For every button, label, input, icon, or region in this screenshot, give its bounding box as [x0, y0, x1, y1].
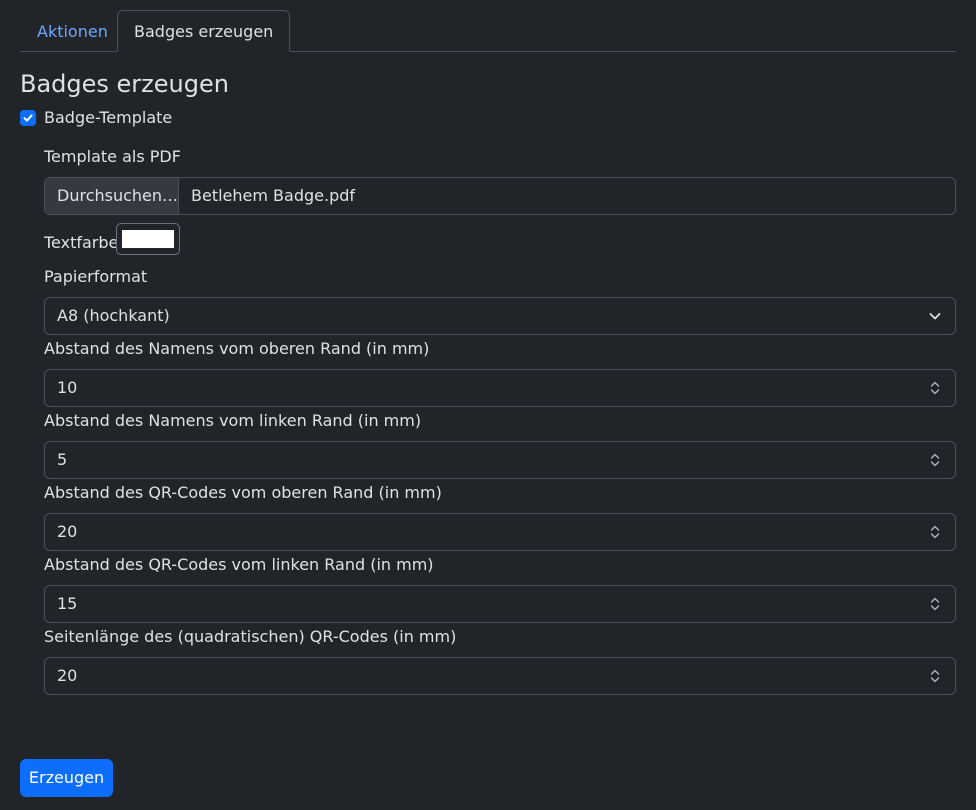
qr-top-offset-label: Abstand des QR-Codes vom oberen Rand (in… — [44, 483, 442, 502]
qr-size-label: Seitenlänge des (quadratischen) QR-Codes… — [44, 627, 457, 646]
name-left-offset-label: Abstand des Namens vom linken Rand (in m… — [44, 411, 422, 430]
qr-left-offset-value: 15 — [57, 594, 78, 613]
page-title: Badges erzeugen — [20, 70, 229, 98]
spinner-icon[interactable] — [929, 380, 941, 396]
qr-size-input[interactable]: 20 — [44, 657, 956, 695]
qr-top-offset-input[interactable]: 20 — [44, 513, 956, 551]
badge-template-label: Badge-Template — [44, 108, 173, 127]
qr-top-offset-value: 20 — [57, 522, 78, 541]
paper-format-value: A8 (hochkant) — [57, 306, 170, 325]
name-top-offset-value: 10 — [57, 378, 78, 397]
name-left-offset-input[interactable]: 5 — [44, 441, 956, 479]
text-color-picker[interactable] — [116, 223, 180, 255]
tab-badges-erzeugen[interactable]: Badges erzeugen — [117, 10, 291, 52]
name-top-offset-input[interactable]: 10 — [44, 369, 956, 407]
generate-button[interactable]: Erzeugen — [20, 759, 113, 797]
browse-button[interactable]: Durchsuchen… — [45, 178, 179, 214]
paper-format-label: Papierformat — [44, 267, 148, 286]
qr-left-offset-input[interactable]: 15 — [44, 585, 956, 623]
badge-template-checkbox[interactable] — [20, 110, 36, 126]
name-top-offset-label: Abstand des Namens vom oberen Rand (in m… — [44, 339, 430, 358]
name-left-offset-value: 5 — [57, 450, 68, 469]
qr-left-offset-label: Abstand des QR-Codes vom linken Rand (in… — [44, 555, 434, 574]
checkmark-icon — [23, 114, 33, 122]
chevron-down-icon — [929, 313, 941, 320]
spinner-icon[interactable] — [929, 524, 941, 540]
spinner-icon[interactable] — [929, 452, 941, 468]
template-pdf-file-input[interactable]: Durchsuchen… Betlehem Badge.pdf — [44, 177, 956, 215]
color-swatch-fill — [122, 230, 174, 248]
tab-bar: Aktionen Badges erzeugen — [20, 10, 956, 52]
template-pdf-label: Template als PDF — [44, 147, 181, 166]
paper-format-select[interactable]: A8 (hochkant) — [44, 297, 956, 335]
spinner-icon[interactable] — [929, 668, 941, 684]
tab-aktionen[interactable]: Aktionen — [20, 10, 125, 52]
qr-size-value: 20 — [57, 666, 78, 685]
file-name: Betlehem Badge.pdf — [191, 186, 356, 205]
spinner-icon[interactable] — [929, 596, 941, 612]
text-color-label: Textfarbe — [44, 233, 119, 252]
page: Aktionen Badges erzeugen Badges erzeugen… — [0, 0, 976, 810]
